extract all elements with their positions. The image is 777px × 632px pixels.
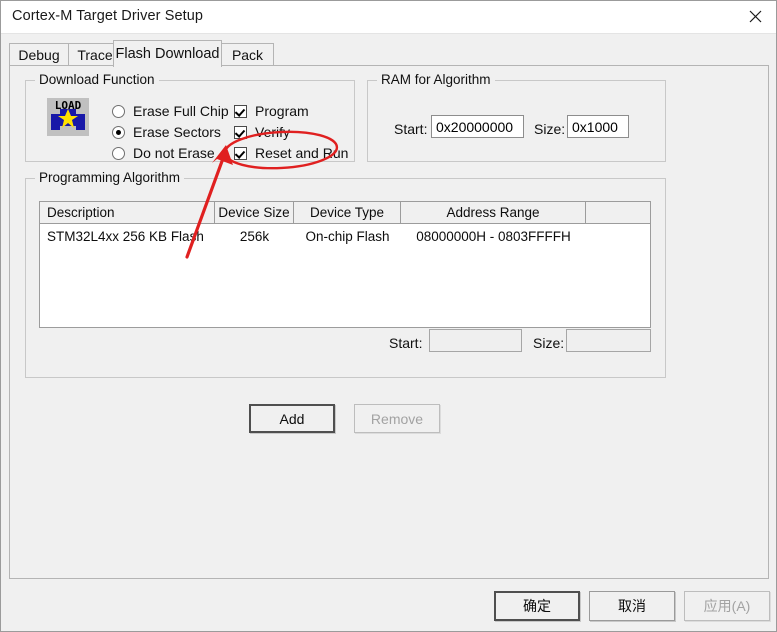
- tab-pack[interactable]: Pack: [221, 43, 274, 66]
- algorithm-size-label: Size:: [533, 335, 565, 351]
- radio-label: Erase Sectors: [133, 124, 221, 140]
- algorithm-start-input[interactable]: [429, 329, 522, 352]
- ram-start-label: Start:: [394, 121, 428, 137]
- window-title: Cortex-M Target Driver Setup: [12, 8, 204, 24]
- column-header-description[interactable]: Description: [40, 202, 215, 223]
- checkbox-program[interactable]: Program: [234, 103, 309, 119]
- tab-label: Flash Download: [115, 46, 220, 62]
- checkbox-verify[interactable]: Verify: [234, 124, 290, 140]
- checkbox-indicator: [234, 146, 247, 160]
- radio-indicator: [112, 104, 125, 118]
- ram-start-input[interactable]: 0x20000000: [431, 115, 524, 138]
- algorithm-size-input[interactable]: [566, 329, 651, 352]
- ok-button[interactable]: 确定: [494, 591, 580, 621]
- target-driver-setup-dialog: Cortex-M Target Driver Setup Debug Trace…: [0, 0, 777, 632]
- cell-device-size: 256k: [239, 229, 270, 244]
- download-function-caption: Download Function: [35, 72, 159, 87]
- column-header-device-type[interactable]: Device Type: [294, 202, 401, 223]
- ok-button-label: 确定: [523, 598, 551, 614]
- column-header-address-range[interactable]: Address Range: [401, 202, 586, 223]
- algorithm-table-header: Description Device Size Device Type Addr…: [40, 202, 650, 224]
- flash-download-panel: Download Function LOAD Erase Full Chip E…: [9, 65, 769, 579]
- cancel-button-label: 取消: [618, 598, 646, 614]
- tab-label: Pack: [231, 47, 264, 63]
- radio-label: Erase Full Chip: [133, 103, 229, 119]
- add-button-label: Add: [279, 410, 305, 427]
- cancel-button[interactable]: 取消: [589, 591, 675, 621]
- cell-device-type: On-chip Flash: [305, 229, 390, 244]
- checkbox-label: Verify: [255, 124, 291, 140]
- radio-erase-sectors[interactable]: Erase Sectors: [112, 124, 221, 140]
- algorithm-start-label: Start:: [389, 335, 423, 351]
- tab-label: Debug: [18, 47, 60, 63]
- radio-indicator: [112, 125, 125, 139]
- checkbox-reset-and-run[interactable]: Reset and Run: [234, 145, 348, 161]
- checkbox-indicator: [234, 104, 247, 118]
- ram-size-input[interactable]: 0x1000: [567, 115, 629, 138]
- checkbox-label: Reset and Run: [255, 145, 349, 161]
- ram-for-algorithm-caption: RAM for Algorithm: [377, 72, 495, 87]
- remove-button: Remove: [354, 404, 440, 433]
- add-button[interactable]: Add: [249, 404, 335, 433]
- ram-for-algorithm-group: RAM for Algorithm Start: 0x20000000 Size…: [367, 72, 666, 162]
- radio-indicator: [112, 146, 125, 160]
- cell-description: STM32L4xx 256 KB Flash: [47, 229, 204, 244]
- tab-flash-download[interactable]: Flash Download: [113, 40, 222, 67]
- close-icon[interactable]: [732, 1, 776, 32]
- cell-address-range: 08000000H - 0803FFFFH: [416, 229, 571, 244]
- tab-label: Trace: [77, 47, 113, 63]
- column-header-extra[interactable]: [586, 202, 650, 223]
- column-header-device-size[interactable]: Device Size: [215, 202, 294, 223]
- programming-algorithm-caption: Programming Algorithm: [35, 170, 185, 185]
- checkbox-indicator: [234, 125, 247, 139]
- download-function-group: Download Function LOAD Erase Full Chip E…: [25, 72, 355, 162]
- title-bar: Cortex-M Target Driver Setup: [1, 1, 776, 34]
- checkbox-label: Program: [255, 103, 309, 119]
- apply-button: 应用(A): [684, 591, 770, 621]
- remove-button-label: Remove: [370, 410, 424, 427]
- radio-erase-full-chip[interactable]: Erase Full Chip: [112, 103, 229, 119]
- radio-label: Do not Erase: [133, 145, 215, 161]
- apply-button-label: 应用(A): [703, 598, 751, 614]
- programming-algorithm-group: Programming Algorithm Description Device…: [25, 170, 666, 378]
- tab-debug[interactable]: Debug: [9, 43, 69, 66]
- radio-do-not-erase[interactable]: Do not Erase: [112, 145, 215, 161]
- ram-size-label: Size:: [534, 121, 566, 137]
- algorithm-table[interactable]: Description Device Size Device Type Addr…: [39, 201, 651, 328]
- tab-strip: Debug Trace Flash Download Pack: [9, 40, 769, 67]
- load-icon: LOAD: [47, 98, 89, 136]
